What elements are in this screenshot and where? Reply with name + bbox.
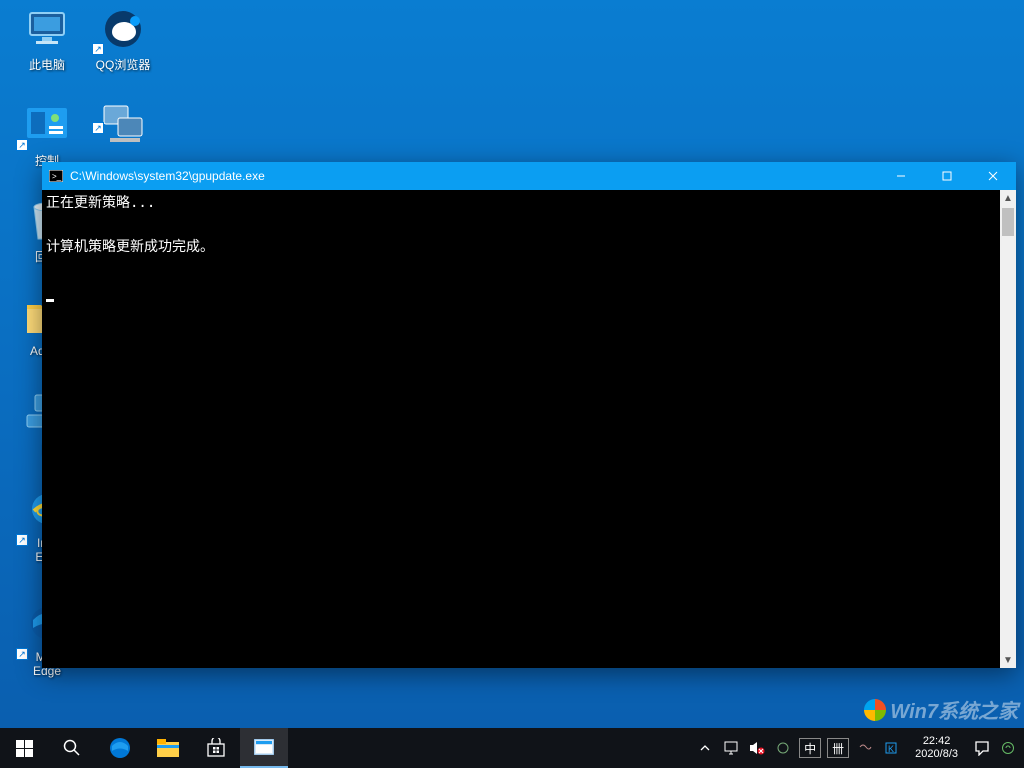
watermark-logo-icon: [864, 699, 886, 721]
desktop-icon-manage-pc[interactable]: ↗: [86, 102, 160, 152]
ime-language[interactable]: 中: [799, 738, 821, 758]
desktop-icon-control-panel[interactable]: ↗控制: [10, 102, 84, 169]
tray-extra2-icon[interactable]: [855, 738, 875, 758]
manage-pc-icon: [100, 102, 146, 148]
titlebar[interactable]: >_ C:\Windows\system32\gpupdate.exe: [42, 162, 1016, 190]
taskbar: 中 卌 K 22:42 2020/8/3: [0, 728, 1024, 768]
scrollbar[interactable]: ▲ ▼: [1000, 190, 1016, 668]
desktop-icon-label: 此电脑: [29, 56, 65, 73]
scroll-down-icon[interactable]: ▼: [1000, 652, 1016, 668]
scroll-up-icon[interactable]: ▲: [1000, 190, 1016, 206]
taskbar-store[interactable]: [192, 728, 240, 768]
tray-konka-icon[interactable]: K: [881, 738, 901, 758]
date-text: 2020/8/3: [915, 748, 958, 761]
desktop-icon-qq-browser[interactable]: ↗QQ浏览器: [86, 6, 160, 73]
system-tray: 中 卌 K 22:42 2020/8/3: [689, 728, 1024, 768]
tray-corner-icon[interactable]: [998, 738, 1018, 758]
taskbar-edge[interactable]: [96, 728, 144, 768]
control-panel-icon: [24, 102, 70, 148]
shortcut-arrow-icon: ↗: [92, 43, 104, 55]
console-window: >_ C:\Windows\system32\gpupdate.exe 正在更新…: [42, 162, 1016, 668]
this-pc-icon: [24, 6, 70, 52]
minimize-button[interactable]: [878, 162, 924, 190]
scroll-thumb[interactable]: [1002, 208, 1014, 236]
console-output: 正在更新策略... 计算机策略更新成功完成。: [42, 190, 1000, 668]
network-icon[interactable]: [721, 738, 741, 758]
taskbar-running-console[interactable]: [240, 728, 288, 768]
desktop-icon-this-pc[interactable]: 此电脑: [10, 6, 84, 73]
shortcut-arrow-icon: ↗: [92, 122, 104, 134]
action-center-icon[interactable]: [972, 738, 992, 758]
search-button[interactable]: [48, 728, 96, 768]
window-title: C:\Windows\system32\gpupdate.exe: [70, 169, 878, 183]
svg-text:>_: >_: [52, 172, 62, 181]
start-button[interactable]: [0, 728, 48, 768]
close-button[interactable]: [970, 162, 1016, 190]
svg-text:K: K: [888, 744, 894, 754]
qq-browser-icon: [100, 6, 146, 52]
shortcut-arrow-icon: ↗: [16, 648, 28, 660]
watermark-text: Win7系统之家: [890, 695, 1018, 724]
maximize-button[interactable]: [924, 162, 970, 190]
tray-chevron-up-icon[interactable]: [695, 738, 715, 758]
clock[interactable]: 22:42 2020/8/3: [907, 735, 966, 761]
shortcut-arrow-icon: ↗: [16, 534, 28, 546]
cmd-icon: >_: [42, 170, 70, 182]
shortcut-arrow-icon: ↗: [16, 139, 28, 151]
ime-mode[interactable]: 卌: [827, 738, 849, 758]
time-text: 22:42: [915, 735, 958, 748]
volume-muted-icon[interactable]: [747, 738, 767, 758]
taskbar-file-explorer[interactable]: [144, 728, 192, 768]
watermark: Win7系统之家: [864, 695, 1018, 724]
tray-extra1-icon[interactable]: [773, 738, 793, 758]
desktop-icon-label: QQ浏览器: [96, 56, 151, 73]
